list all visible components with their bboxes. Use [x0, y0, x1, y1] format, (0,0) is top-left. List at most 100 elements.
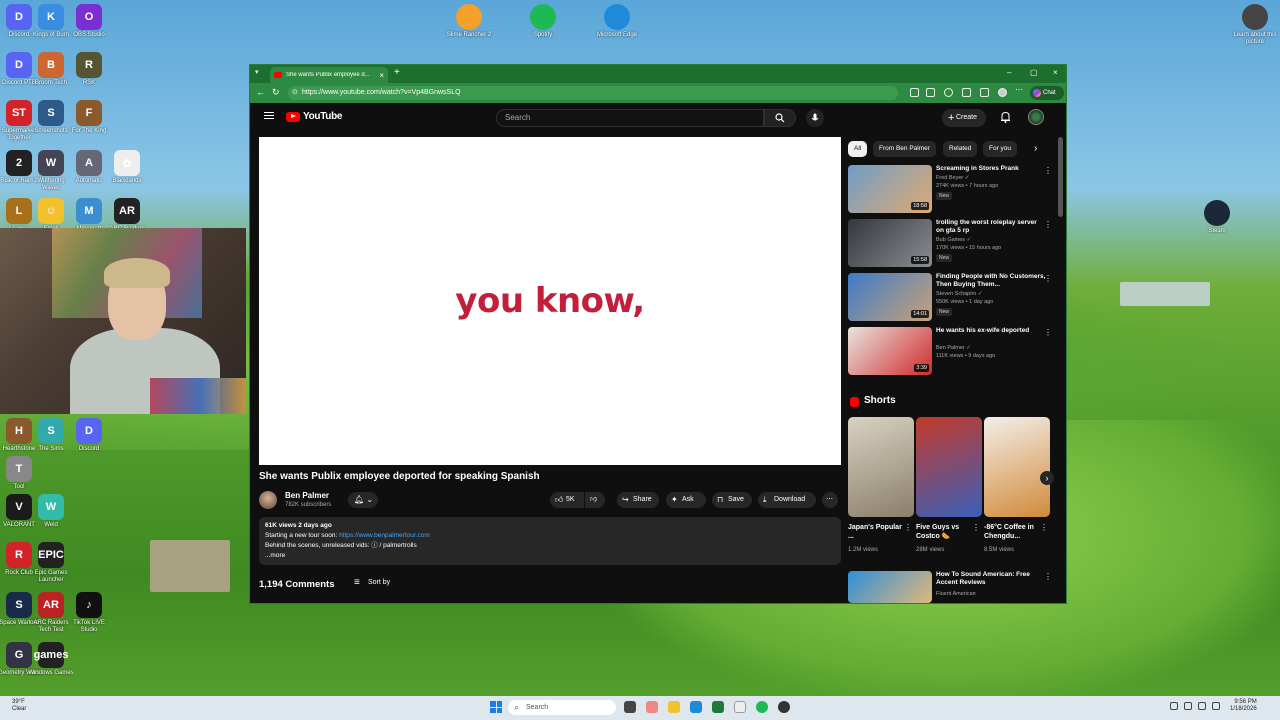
sort-comments-button[interactable]: Sort by	[354, 577, 390, 588]
recommendation-menu-icon[interactable]: ⋮	[1044, 274, 1052, 283]
clock[interactable]: 9:56 PM 1/18/2026	[1230, 699, 1257, 713]
tour-link[interactable]: https://www.benpalmertour.com	[339, 532, 430, 539]
maximize-button[interactable]: ▢	[1030, 68, 1038, 77]
favorites-icon[interactable]	[980, 88, 989, 97]
save-button[interactable]: ⊓ Save	[712, 492, 752, 508]
recommendation-title[interactable]: How To Sound American: Free Accent Revie…	[936, 571, 1046, 587]
short-menu-icon[interactable]: ⋮	[904, 523, 912, 532]
recommendation-menu-icon[interactable]: ⋮	[1044, 166, 1052, 175]
notepad-icon[interactable]	[734, 701, 746, 713]
site-info-icon[interactable]: ⊙	[292, 86, 298, 100]
account-avatar[interactable]	[1028, 109, 1044, 125]
short-thumbnail[interactable]	[984, 417, 1050, 517]
tray-chevron-icon[interactable]	[1170, 702, 1178, 710]
profile-avatar-icon[interactable]	[998, 88, 1007, 97]
favorite-star-icon[interactable]	[926, 88, 935, 97]
back-button[interactable]: ←	[256, 87, 265, 97]
subscription-bell-button[interactable]: 🔔︎ ⌄	[348, 492, 378, 508]
channel-name[interactable]: Ben Palmer	[285, 491, 329, 500]
start-button-icon[interactable]	[490, 701, 502, 713]
recommendation-thumbnail[interactable]	[848, 571, 932, 603]
youtube-logo[interactable]: YouTube	[286, 111, 343, 122]
recommendation-channel[interactable]: Fluent American	[936, 591, 976, 597]
network-icon[interactable]	[1212, 702, 1220, 710]
notifications-bell-icon[interactable]	[1000, 110, 1011, 128]
filter-chip[interactable]: All	[848, 141, 868, 157]
weather-widget[interactable]: 39°F Clear	[12, 699, 26, 713]
desktop-icon[interactable]: ♪ TikTok LIVE Studio	[66, 592, 112, 634]
desktop-icon[interactable]: T Tool	[0, 456, 42, 491]
description-more-link[interactable]: ...more	[265, 551, 835, 561]
search-button[interactable]	[764, 109, 796, 127]
edge-taskbar-icon[interactable]	[690, 701, 702, 713]
recommendation-title[interactable]: trolling the worst roleplay server on gt…	[936, 219, 1046, 235]
sidebar-scrollbar[interactable]	[1058, 137, 1063, 217]
desktop-icon[interactable]: ✿ Blacklands	[104, 150, 150, 185]
tab-close-icon[interactable]: ×	[379, 71, 384, 80]
recommendation-channel[interactable]: Fred Beyer ✓	[936, 175, 969, 181]
filter-chip[interactable]: From Ben Palmer	[873, 141, 936, 157]
recommendation-title[interactable]: Finding People with No Customers, Then B…	[936, 273, 1046, 289]
video-description[interactable]: 61K views 2 days ago Starting a new tour…	[259, 517, 841, 565]
shorts-next-button[interactable]: ›	[1040, 471, 1054, 485]
short-title[interactable]: Five Guys vs Costco 🌭	[916, 523, 972, 541]
filter-chip[interactable]: Related	[943, 141, 978, 157]
search-input[interactable]: Search	[496, 109, 764, 127]
recommendation-thumbnail[interactable]: 18:58	[848, 165, 932, 213]
reader-view-icon[interactable]	[910, 88, 919, 97]
recommendation-menu-icon[interactable]: ⋮	[1044, 572, 1052, 581]
short-title[interactable]: -86°C Coffee in Chengdu...	[984, 523, 1040, 541]
channel-avatar[interactable]	[259, 491, 277, 509]
short-menu-icon[interactable]: ⋮	[972, 523, 980, 532]
short-thumbnail[interactable]	[916, 417, 982, 517]
recommendation-item[interactable]: How To Sound American: Free Accent Revie…	[848, 571, 1054, 603]
channel-info[interactable]: Ben Palmer 782K subscribers	[259, 489, 359, 511]
extensions-icon[interactable]	[944, 88, 953, 97]
recommendation-thumbnail[interactable]: 14:01	[848, 273, 932, 321]
desktop-icon[interactable]: Spotify	[520, 4, 566, 39]
desktop-icon[interactable]: EPIC Epic Games Launcher	[28, 542, 74, 584]
short-menu-icon[interactable]: ⋮	[1040, 523, 1048, 532]
desktop-icon[interactable]: D Discord	[66, 418, 112, 453]
menu-hamburger-icon[interactable]	[264, 112, 274, 113]
obs-taskbar-icon[interactable]	[778, 701, 790, 713]
desktop-icon[interactable]: R RSK	[66, 52, 112, 87]
extension-puzzle-icon[interactable]	[962, 88, 971, 97]
desktop-icon[interactable]: Steam	[1194, 200, 1240, 235]
xbox-icon[interactable]	[712, 701, 724, 713]
ask-button[interactable]: ✦ Ask	[666, 492, 706, 508]
recommendation-item[interactable]: 14:01 Finding People with No Customers, T…	[848, 273, 1054, 323]
recommendation-thumbnail[interactable]: 3:39	[848, 327, 932, 375]
desktop-icon[interactable]: W Weld	[28, 494, 74, 529]
browser-tab-active[interactable]: She wants Publix employee d... ×	[270, 67, 388, 83]
voice-search-button[interactable]	[806, 109, 824, 127]
desktop-icon[interactable]: Learn about this picture	[1232, 4, 1278, 46]
recommendation-title[interactable]: He wants his ex-wife deported	[936, 327, 1046, 335]
copilot-app-icon[interactable]	[646, 701, 658, 713]
tray-app-icon[interactable]	[1184, 702, 1192, 710]
taskbar-search[interactable]: Search	[508, 700, 616, 715]
desktop-icon[interactable]: O OBS Studio	[66, 4, 112, 39]
desktop-icon[interactable]: games Windows Games	[28, 642, 74, 677]
copilot-button[interactable]: Chat	[1030, 86, 1064, 100]
desktop-icon[interactable]: Microsoft Edge	[594, 4, 640, 39]
recommendation-item[interactable]: 3:39 He wants his ex-wife deported Ben Pal…	[848, 327, 1054, 377]
spotify-taskbar-icon[interactable]	[756, 701, 768, 713]
recommendation-channel[interactable]: Ben Palmer ✓	[936, 345, 971, 351]
task-view-icon[interactable]	[624, 701, 636, 713]
chips-next-icon[interactable]: ›	[1034, 143, 1037, 154]
address-bar[interactable]: ⊙ https://www.youtube.com/watch?v=Vp4BGn…	[288, 86, 898, 100]
close-window-button[interactable]: ×	[1053, 68, 1058, 77]
recommendation-menu-icon[interactable]: ⋮	[1044, 220, 1052, 229]
tray-app2-icon[interactable]	[1198, 702, 1206, 710]
recommendation-thumbnail[interactable]: 15:58	[848, 219, 932, 267]
share-button[interactable]: ↪ Share	[617, 492, 659, 508]
short-thumbnail[interactable]	[848, 417, 914, 517]
video-player[interactable]: you know,	[259, 137, 841, 465]
recommendation-item[interactable]: 18:58 Screaming in Stores Prank Fred Beyer…	[848, 165, 1054, 215]
recommendation-title[interactable]: Screaming in Stores Prank	[936, 165, 1046, 173]
desktop-icon[interactable]: Slime Rancher 2	[446, 4, 492, 39]
minimize-button[interactable]: –	[1007, 68, 1011, 77]
new-tab-button[interactable]: +	[394, 67, 400, 78]
recommendation-channel[interactable]: Bub Games ✓	[936, 237, 971, 243]
